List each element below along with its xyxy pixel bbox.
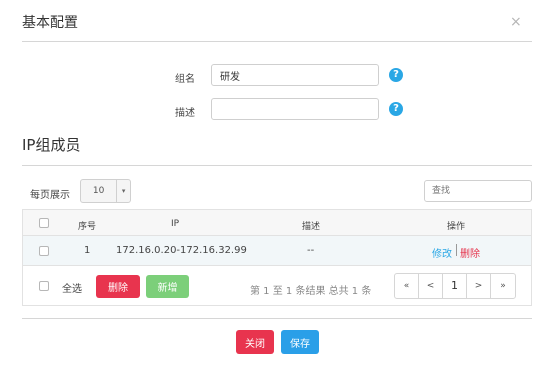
header-divider — [22, 41, 532, 42]
search-input[interactable] — [424, 180, 532, 202]
name-input[interactable] — [211, 64, 379, 86]
next-page-button[interactable]: > — [467, 274, 491, 298]
close-button[interactable]: 关闭 — [236, 330, 274, 354]
row-checkbox[interactable] — [39, 246, 49, 256]
add-button[interactable]: 新增 — [146, 275, 189, 298]
current-page-button[interactable]: 1 — [443, 274, 467, 298]
chevron-down-icon: ▾ — [116, 180, 130, 202]
description-label: 描述 — [175, 108, 195, 119]
select-all-label: 全选 — [62, 284, 82, 295]
section-title: IP组成员 — [22, 136, 81, 154]
header-checkbox[interactable] — [39, 218, 49, 228]
cell-description: -- — [307, 245, 315, 256]
delete-link[interactable]: 删除 — [460, 245, 480, 260]
prev-page-button[interactable]: < — [419, 274, 443, 298]
select-all-checkbox[interactable] — [39, 281, 49, 291]
cell-ip: 172.16.0.20-172.16.32.99 — [116, 245, 247, 256]
delete-button[interactable]: 删除 — [96, 275, 140, 298]
last-page-button[interactable]: » — [491, 274, 515, 298]
page-size-select[interactable]: 10 ▾ — [80, 179, 131, 203]
footer-divider — [22, 318, 532, 319]
page-size-value: 10 — [92, 186, 105, 196]
close-icon[interactable]: × — [510, 14, 522, 30]
cell-index: 1 — [84, 245, 91, 256]
column-header-actions: 操作 — [447, 222, 466, 232]
name-label: 组名 — [175, 74, 195, 85]
results-summary: 第 1 至 1 条结果 总共 1 条 — [250, 286, 372, 297]
modal-title: 基本配置 — [22, 15, 78, 31]
column-header-index: 序号 — [78, 222, 97, 232]
pagination: « < 1 > » — [394, 273, 516, 299]
help-icon[interactable]: ? — [389, 102, 403, 116]
help-icon[interactable]: ? — [389, 68, 403, 82]
edit-link[interactable]: 修改 — [432, 245, 452, 260]
description-input[interactable] — [211, 98, 379, 120]
action-separator — [456, 244, 457, 256]
column-header-ip: IP — [171, 219, 180, 229]
first-page-button[interactable]: « — [395, 274, 419, 298]
column-header-description: 描述 — [302, 222, 321, 232]
section-divider — [22, 165, 532, 166]
save-button[interactable]: 保存 — [281, 330, 319, 354]
page-size-label: 每页展示 — [30, 190, 70, 201]
